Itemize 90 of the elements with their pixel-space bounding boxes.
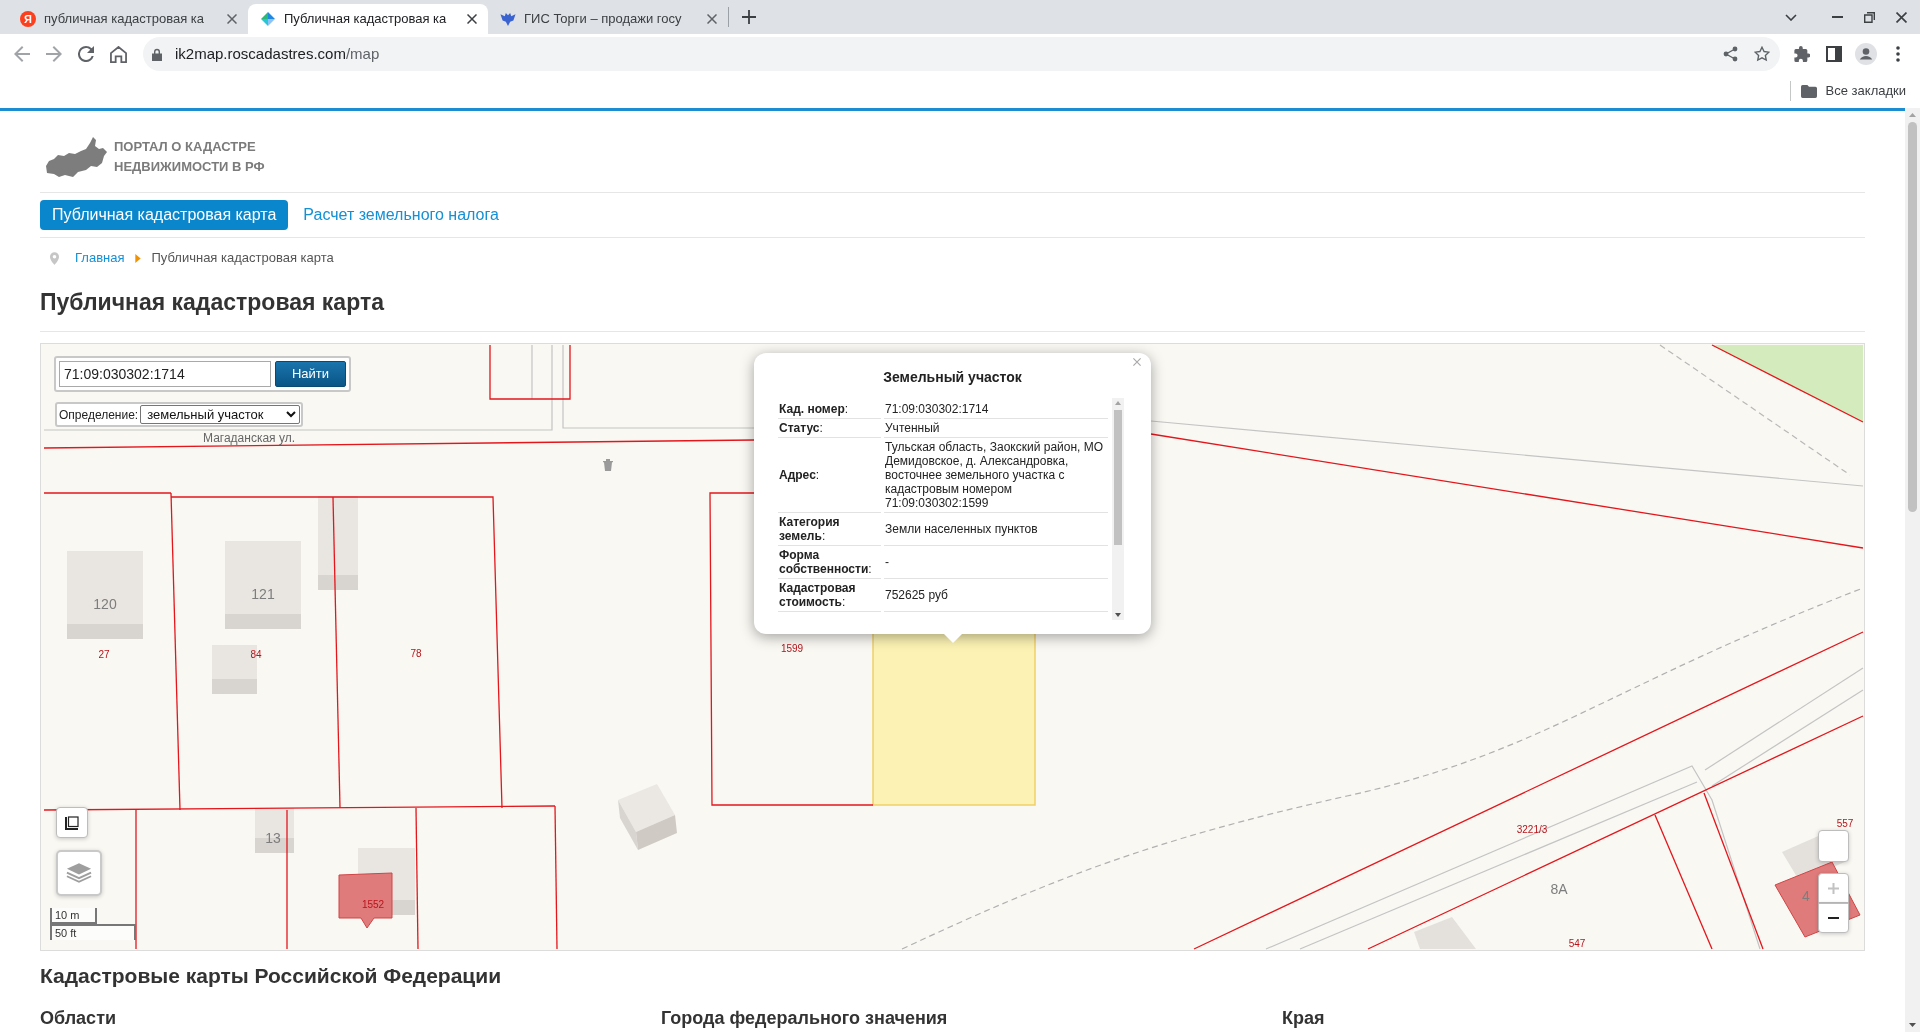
field-value: 71:09:030302:1714 [885, 402, 989, 416]
street-label: Магаданская ул. [203, 432, 295, 444]
parcel-number: 1552 [361, 897, 385, 912]
restore-icon[interactable] [1863, 11, 1875, 23]
browser-tab[interactable]: ГИС Торги – продажи госу [488, 4, 728, 34]
building-number: 13 [265, 828, 281, 848]
column-heading: Города федерального значения [661, 1007, 948, 1029]
field-value: Земли населенных пунктов [885, 522, 1038, 536]
caret-right-icon [135, 253, 142, 263]
field-label: Форма собственности: [779, 548, 873, 576]
page-title: Публичная кадастровая карта [40, 287, 1865, 332]
puzzle-icon[interactable] [1794, 46, 1810, 62]
country-silhouette-icon [45, 135, 107, 178]
field-label: Кад. номер: [779, 402, 849, 416]
layers-button[interactable] [56, 850, 102, 896]
building-shape [255, 808, 294, 853]
scrollbar-track[interactable] [1905, 108, 1920, 1032]
scale-bar: 50 ft [50, 924, 136, 940]
close-icon[interactable] [467, 14, 477, 24]
location-pin-icon [50, 251, 59, 265]
folder-icon [1800, 84, 1817, 98]
scroll-down-icon[interactable] [1115, 613, 1121, 617]
parcel-number: 3221/3 [1516, 822, 1548, 837]
definition-select[interactable]: земельный участок [140, 405, 301, 424]
field-value: - [885, 555, 889, 569]
field-label: Категория земель: [779, 515, 841, 543]
zoom-out-button[interactable] [1818, 903, 1849, 933]
field-value: 752625 руб [885, 588, 948, 602]
parcel-number: 1599 [780, 641, 804, 656]
chevron-down-icon[interactable] [1785, 13, 1797, 21]
layers-icon [66, 862, 92, 884]
building-shape [1414, 917, 1476, 949]
more-menu-icon[interactable] [1896, 46, 1900, 62]
site-favicon: Я [20, 11, 36, 27]
minus-icon [1828, 917, 1839, 919]
plus-icon [1828, 882, 1839, 894]
building-number: 8А [1550, 879, 1568, 899]
parcel-number: 547 [1568, 936, 1586, 950]
building-shape [618, 784, 677, 850]
section-title: Кадастровые карты Российской Федерации [40, 963, 503, 989]
breadcrumb-link[interactable]: Главная [75, 248, 125, 268]
scale-bar: 10 m [50, 908, 97, 924]
building-number: 120 [93, 594, 117, 614]
scrollbar-thumb[interactable] [1114, 410, 1122, 545]
browser-tab[interactable]: Публичная кадастровая ка [248, 4, 488, 34]
trash-bin-icon [603, 459, 613, 471]
side-panel-icon[interactable] [1826, 46, 1842, 62]
parcel-number: 78 [410, 646, 422, 661]
building-shape [338, 872, 393, 929]
building-number: 4 [1802, 886, 1810, 906]
parcel-number: 27 [98, 647, 110, 662]
triangles-favicon-icon [260, 11, 276, 27]
parcel-number: 84 [250, 647, 262, 662]
close-icon[interactable] [227, 14, 237, 24]
new-tab-icon[interactable] [742, 10, 756, 24]
search-field[interactable]: 71:09:030302:1714 [59, 361, 271, 387]
profile-avatar-icon[interactable] [1855, 43, 1877, 65]
field-value: Тульская область, Заокский район, МО Демидовское, д. Александровка, восточнее земельного участка с кадастровым номером 71:09:030302:1599 [885, 440, 1105, 510]
star-icon[interactable] [1754, 46, 1770, 62]
all-bookmarks-button[interactable]: Все закладки [1800, 81, 1906, 101]
field-value: Учтенный [885, 421, 940, 435]
field-label: Статус: [779, 421, 823, 435]
definition-label: Определение: [59, 406, 139, 424]
frame-icon [65, 815, 79, 830]
menu-tab[interactable]: Публичная кадастровая карта [40, 200, 289, 230]
home-icon[interactable] [109, 45, 127, 63]
field-label: Кадастровая стоимость: [779, 581, 857, 609]
lock-icon [152, 47, 162, 61]
address-bar[interactable]: ik2map.roscadastres.com/map [143, 37, 1780, 71]
logo-text: ПОРТАЛ О КАДАСТРЕ НЕДВИЖИМОСТИ В РФ [114, 137, 265, 176]
scrollbar-thumb[interactable] [1908, 122, 1917, 512]
building-number: 121 [251, 584, 275, 604]
browser-tab[interactable]: Я публичная кадастровая ка [8, 4, 248, 34]
reload-icon[interactable] [78, 46, 94, 62]
close-icon[interactable] [707, 14, 717, 24]
parcel-number: 557 [1836, 816, 1854, 831]
scroll-down-icon[interactable] [1909, 1023, 1916, 1027]
column-heading: Края [1282, 1007, 1325, 1029]
minimize-icon[interactable] [1831, 16, 1843, 18]
close-window-icon[interactable] [1895, 11, 1907, 23]
breadcrumb-current: Публичная кадастровая карта [151, 249, 334, 268]
scrollbar-track[interactable] [1112, 398, 1124, 620]
column-heading: Области [40, 1007, 116, 1029]
emblem-icon [500, 12, 516, 26]
search-button[interactable]: Найти [275, 361, 346, 387]
menu-tab[interactable]: Расчет земельного налога [291, 200, 511, 230]
measure-tool-button[interactable] [56, 807, 88, 838]
field-label: Адрес: [779, 468, 820, 482]
share-icon[interactable] [1723, 46, 1738, 62]
popup-title: Земельный участок [882, 368, 1023, 386]
